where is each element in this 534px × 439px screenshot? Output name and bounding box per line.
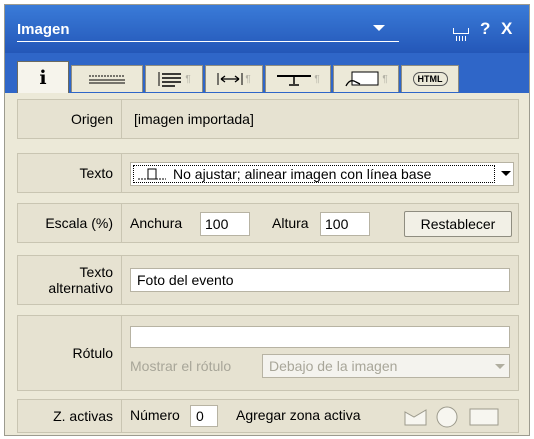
title-bar: Imagen ? X bbox=[5, 5, 529, 53]
hotspots-row: Z. activas Número 0 Agregar zona activa bbox=[17, 399, 519, 433]
add-hotspot-label: Agregar zona activa bbox=[236, 407, 361, 423]
origin-label: Origen bbox=[18, 100, 122, 138]
html-icon: HTML bbox=[412, 72, 448, 86]
tab-html[interactable]: HTML bbox=[401, 65, 459, 92]
text-wrap-row: Texto No ajustar; alinear imagen con lín… bbox=[17, 153, 519, 193]
width-input[interactable]: 100 bbox=[200, 212, 250, 236]
height-input[interactable]: 100 bbox=[320, 212, 370, 236]
tab-borders[interactable] bbox=[71, 65, 143, 92]
caption-position-select[interactable]: Debajo de la imagen bbox=[262, 354, 510, 378]
circle-hotspot-icon[interactable] bbox=[434, 404, 460, 430]
tab-general[interactable]: i bbox=[17, 61, 69, 93]
caption-row: Rótulo Mostrar el rótulo Debajo de la im… bbox=[17, 315, 519, 391]
pilcrow-icon: ¶ bbox=[314, 73, 320, 85]
scale-row: Escala (%) Anchura 100 Altura 100 Restab… bbox=[17, 203, 519, 243]
tab-link[interactable]: ¶ bbox=[333, 65, 399, 92]
text-wrap-label: Texto bbox=[18, 154, 122, 192]
pilcrow-icon: ¶ bbox=[245, 73, 251, 85]
tab-strip: i ¶ ¶ ¶ ¶ HTML bbox=[5, 53, 529, 93]
image-properties-panel: Imagen ? X i ¶ ¶ ¶ ¶ HTML Origen [imagen… bbox=[4, 4, 530, 436]
reset-button[interactable]: Restablecer bbox=[404, 211, 512, 237]
pilcrow-icon: ¶ bbox=[185, 73, 191, 85]
caption-input[interactable] bbox=[130, 326, 510, 348]
title-underline bbox=[17, 41, 399, 42]
align-text-icon bbox=[158, 72, 182, 87]
alt-text-input[interactable]: Foto del evento bbox=[130, 268, 510, 292]
hotspot-count-label: Número bbox=[130, 407, 180, 423]
pilcrow-icon: ¶ bbox=[382, 73, 388, 85]
hotspots-label: Z. activas bbox=[18, 400, 122, 432]
alt-text-row: Texto alternativo Foto del evento bbox=[17, 255, 519, 305]
collapse-grip-icon[interactable] bbox=[453, 28, 469, 41]
width-label: Anchura bbox=[130, 215, 183, 231]
chevron-down-icon[interactable] bbox=[501, 171, 511, 176]
origin-value: [imagen importada] bbox=[134, 111, 254, 127]
image-link-icon bbox=[345, 71, 379, 87]
panel-menu-arrow-icon[interactable] bbox=[373, 25, 385, 31]
origin-row: Origen [imagen importada] bbox=[17, 99, 519, 139]
horizontal-arrows-icon bbox=[217, 73, 243, 85]
rule-icon bbox=[89, 75, 125, 84]
rectangle-hotspot-icon[interactable] bbox=[468, 406, 500, 428]
height-label: Altura bbox=[272, 215, 309, 231]
caption-label: Rótulo bbox=[18, 316, 122, 390]
chevron-down-icon bbox=[495, 364, 505, 369]
polygon-hotspot-icon[interactable] bbox=[402, 406, 430, 428]
hotspot-count-input[interactable]: 0 bbox=[190, 405, 218, 427]
scale-label: Escala (%) bbox=[18, 204, 122, 242]
tab-alignment[interactable]: ¶ bbox=[265, 65, 331, 92]
tab-spacing[interactable]: ¶ bbox=[205, 65, 263, 92]
tab-text-wrap[interactable]: ¶ bbox=[145, 65, 203, 92]
panel-title: Imagen bbox=[17, 21, 70, 38]
baseline-icon bbox=[277, 75, 312, 86]
info-icon: i bbox=[39, 66, 47, 89]
text-wrap-select[interactable]: No ajustar; alinear imagen con línea bas… bbox=[130, 162, 514, 186]
help-button[interactable]: ? bbox=[480, 19, 490, 39]
show-caption-label: Mostrar el rótulo bbox=[130, 358, 232, 374]
close-button[interactable]: X bbox=[501, 19, 512, 39]
alt-text-label: Texto alternativo bbox=[18, 256, 122, 304]
